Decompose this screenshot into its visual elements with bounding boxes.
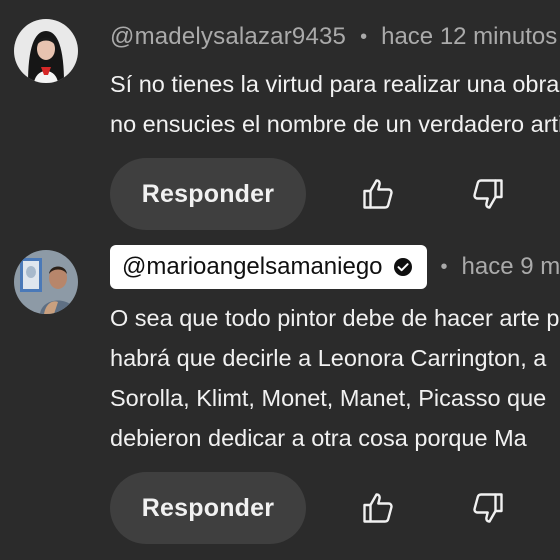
meta-separator: • [360,25,368,48]
avatar[interactable] [14,19,78,83]
meta-separator: • [440,255,448,278]
comment-line: O sea que todo pintor debe de hacer arte… [110,305,560,331]
comment-meta: @marioangelsamaniego • hace 9 minutos [110,245,560,289]
reply-button[interactable]: Responder [110,472,306,544]
avatar-image [14,19,78,83]
comment-actions: Responder [110,472,503,544]
author-name[interactable]: @madelysalazar9435 [110,23,346,51]
comment-meta: @madelysalazar9435 • hace 12 minutos [110,21,557,53]
comment-timestamp[interactable]: hace 9 minutos [462,253,560,281]
comment-actions: Responder [110,158,503,230]
thumbs-up-icon[interactable] [360,176,396,212]
thumbs-up-icon[interactable] [360,490,396,526]
comment-line: habrá que decirle a Leonora Carrington, … [110,345,547,371]
comments-screen: @madelysalazar9435 • hace 12 minutos Sí … [0,0,560,560]
comment-line: Sí no tienes la virtud para realizar una… [110,71,560,97]
comment-line: debieron dedicar a otra cosa porque Ma [110,425,527,451]
comment-text: Sí no tienes la virtud para realizar una… [110,64,560,144]
creator-author-chip[interactable]: @marioangelsamaniego [110,245,427,289]
comment-timestamp[interactable]: hace 12 minutos [381,23,557,51]
comment-text: O sea que todo pintor debe de hacer arte… [110,298,560,458]
avatar[interactable] [14,250,78,314]
thumbs-down-icon[interactable] [470,176,506,212]
comment-line: Sorolla, Klimt, Monet, Manet, Picasso qu… [110,385,547,411]
thumbs-down-icon[interactable] [470,490,506,526]
avatar-image [14,250,78,314]
author-name: @marioangelsamaniego [122,253,383,280]
comment-line: no ensucies el nombre de un verdadero ar… [110,111,560,137]
reply-button[interactable]: Responder [110,158,306,230]
verified-check-icon [393,258,412,276]
